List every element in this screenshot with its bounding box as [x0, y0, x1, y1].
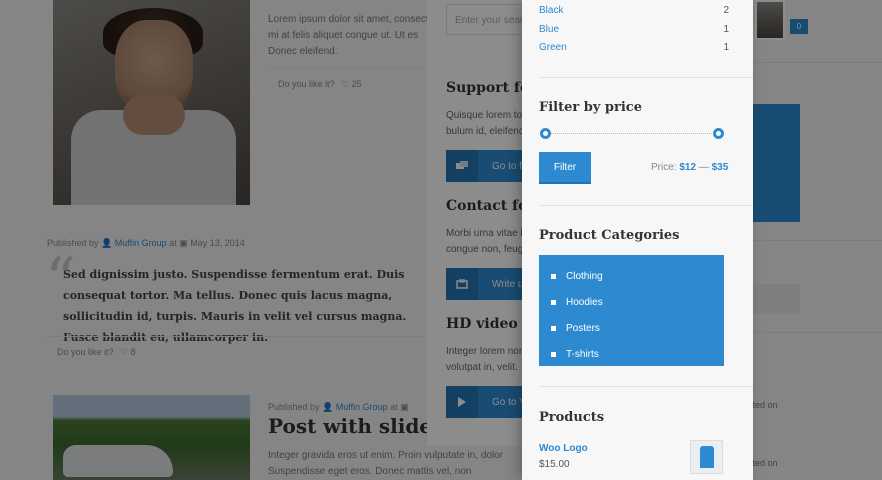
category-item-hoodies[interactable]: Hoodies [539, 289, 724, 315]
color-name[interactable]: Black [539, 5, 563, 16]
color-count: 1 [723, 41, 729, 53]
price-slider-min-handle[interactable] [540, 128, 551, 139]
categories-title: Product Categories [539, 228, 680, 243]
price-dash: — [698, 162, 709, 173]
square-bullet-icon [551, 351, 556, 357]
widget-divider [539, 205, 753, 206]
widget-divider [539, 77, 753, 78]
category-item-clothing[interactable]: Clothing [539, 263, 724, 289]
price-label: Price: [651, 162, 677, 173]
category-label: Hoodies [566, 296, 603, 308]
category-item-posters[interactable]: Posters [539, 315, 724, 341]
category-list: Clothing Hoodies Posters T-shirts [539, 255, 724, 366]
category-label: T-shirts [566, 348, 599, 360]
price-min: $12 [679, 162, 697, 173]
square-bullet-icon [551, 273, 556, 279]
price-range-text: Price: $12 — $35 [651, 162, 728, 173]
product-thumbnail[interactable] [690, 440, 723, 474]
color-filter-item[interactable]: Green 1 [539, 38, 729, 56]
category-label: Posters [566, 322, 600, 334]
category-label: Clothing [566, 270, 603, 282]
price-slider-max-handle[interactable] [713, 128, 724, 139]
color-filter-item[interactable]: Black 2 [539, 1, 729, 19]
products-title: Products [539, 410, 605, 425]
color-count: 1 [723, 23, 729, 35]
price-slider-track[interactable] [545, 133, 720, 134]
product-price: $15.00 [539, 459, 570, 470]
price-max: $35 [711, 162, 729, 173]
tshirt-icon [699, 446, 714, 468]
color-name[interactable]: Green [539, 42, 567, 53]
product-link[interactable]: Woo Logo [539, 443, 588, 454]
price-filter-title: Filter by price [539, 100, 642, 115]
square-bullet-icon [551, 325, 556, 331]
widget-divider [539, 386, 753, 387]
color-count: 2 [723, 4, 729, 16]
square-bullet-icon [551, 299, 556, 305]
color-name[interactable]: Blue [539, 24, 559, 35]
category-item-tshirts[interactable]: T-shirts [539, 341, 724, 367]
filter-button[interactable]: Filter [539, 152, 591, 184]
shop-sidebar-panel: Black 2 Blue 1 Green 1 Filter by price F… [522, 0, 753, 480]
color-filter-item[interactable]: Blue 1 [539, 20, 729, 38]
